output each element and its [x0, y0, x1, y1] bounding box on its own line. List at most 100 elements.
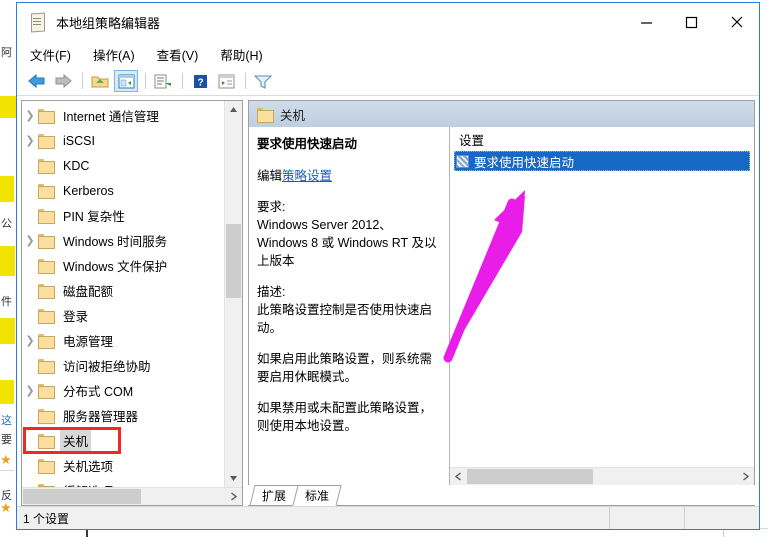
status-text: 1 个设置: [23, 511, 70, 526]
tree-item[interactable]: PIN 复杂性: [22, 203, 224, 228]
folder-icon: [38, 134, 55, 149]
tree-item[interactable]: 服务器管理器: [22, 403, 224, 428]
chevron-right-icon[interactable]: ❯: [22, 109, 38, 122]
tree-horizontal-scrollbar[interactable]: [22, 487, 242, 505]
scroll-right-button[interactable]: [225, 488, 242, 505]
scroll-track[interactable]: [467, 468, 737, 485]
folder-icon: [38, 409, 55, 424]
folder-icon: [38, 284, 55, 299]
tree-item[interactable]: 缓解选项: [22, 478, 224, 487]
tree-item[interactable]: ❯ Windows 时间服务: [22, 228, 224, 253]
folder-icon: [38, 459, 55, 474]
tree-list[interactable]: ❯ Internet 通信管理 ❯ iSCSI KDC Kerberos PIN 复杂性 ❯ W…: [22, 101, 224, 487]
description-paragraph-2: 如果启用此策略设置，则系统需要启用休眠模式。: [257, 352, 433, 384]
description-text: 此策略设置控制是否使用快速启动。: [257, 303, 433, 335]
folder-icon: [38, 309, 55, 324]
forward-arrow-icon[interactable]: [51, 70, 75, 92]
tab-standard[interactable]: 标准: [292, 485, 342, 506]
svg-text:?: ?: [197, 77, 203, 88]
status-bar: 1 个设置: [17, 506, 759, 529]
scroll-thumb[interactable]: [467, 469, 593, 484]
properties-icon[interactable]: [214, 70, 238, 92]
folder-icon: [38, 209, 55, 224]
tree-item[interactable]: ❯ 电源管理: [22, 328, 224, 353]
settings-horizontal-scrollbar[interactable]: [450, 467, 754, 485]
tree-item[interactable]: Kerberos: [22, 178, 224, 203]
tree-item-label: Internet 通信管理: [63, 110, 159, 124]
tree-item[interactable]: Windows 文件保护: [22, 253, 224, 278]
edit-policy-link[interactable]: 策略设置: [282, 169, 332, 183]
scroll-track[interactable]: [225, 118, 242, 470]
up-folder-icon[interactable]: [88, 70, 112, 92]
tab-standard-label: 标准: [305, 489, 330, 503]
back-arrow-icon[interactable]: [25, 70, 49, 92]
scroll-down-button[interactable]: [225, 470, 242, 487]
scroll-right-button[interactable]: [737, 468, 754, 485]
tree-item-label: 分布式 COM: [63, 385, 134, 399]
tree-item[interactable]: ❯ 分布式 COM: [22, 378, 224, 403]
tree-item-label: Windows 文件保护: [63, 260, 168, 274]
menu-action[interactable]: 操作(A): [93, 45, 135, 64]
tree-item[interactable]: KDC: [22, 153, 224, 178]
tree-item-label: 电源管理: [63, 335, 114, 349]
title-bar: 本地组策略编辑器: [17, 3, 759, 41]
description-paragraph-3: 如果禁用或未配置此策略设置，则使用本地设置。: [257, 401, 433, 433]
backdrop-frag-1: 公: [1, 218, 12, 230]
chevron-right-icon[interactable]: ❯: [22, 234, 38, 247]
chevron-right-icon[interactable]: ❯: [22, 134, 38, 147]
folder-icon: [38, 359, 55, 374]
details-header: 关机: [249, 101, 754, 127]
tree-item-label: 关机: [60, 430, 92, 451]
gpedit-window: 本地组策略编辑器 文件(F) 操作(A) 查看(V) 帮助(H) ? ❯ Int…: [16, 2, 760, 530]
tree-vertical-scrollbar[interactable]: [224, 101, 242, 487]
scroll-left-button[interactable]: [450, 468, 467, 485]
tree-item[interactable]: 磁盘配额: [22, 278, 224, 303]
tree-item[interactable]: 关机: [22, 428, 224, 453]
menu-help[interactable]: 帮助(H): [220, 45, 262, 64]
document-scroll-icon: [29, 12, 47, 33]
tree-item[interactable]: ❯ iSCSI: [22, 128, 224, 153]
scroll-up-button[interactable]: [225, 101, 242, 118]
view-tabs: 扩展 标准: [248, 485, 755, 506]
edit-policy-line: 编辑策略设置: [257, 165, 439, 184]
tree-item[interactable]: ❯ Internet 通信管理: [22, 103, 224, 128]
tree-item-label: 关机选项: [63, 460, 114, 474]
folder-icon: [38, 109, 55, 124]
settings-column-header[interactable]: 设置: [450, 127, 754, 151]
menu-file[interactable]: 文件(F): [30, 45, 71, 64]
export-list-icon[interactable]: [151, 70, 175, 92]
tree-item-label: iSCSI: [63, 133, 95, 148]
close-button[interactable]: [714, 3, 759, 41]
tree-item[interactable]: 访问被拒绝协助: [22, 353, 224, 378]
folder-icon: [38, 234, 55, 249]
tree-item-label: Windows 时间服务: [63, 235, 168, 249]
toolbar: ?: [17, 67, 759, 96]
menu-bar: 文件(F) 操作(A) 查看(V) 帮助(H): [17, 41, 759, 67]
tree-item-label: 服务器管理器: [63, 410, 139, 424]
policy-title: 要求使用快速启动: [257, 137, 358, 151]
scroll-track[interactable]: [22, 488, 225, 505]
backdrop-frag-0: 阿: [1, 47, 12, 59]
show-hide-tree-icon[interactable]: [114, 70, 138, 92]
maximize-button[interactable]: [669, 3, 714, 41]
window-title: 本地组策略编辑器: [56, 15, 161, 31]
folder-icon: [38, 384, 55, 399]
minimize-button[interactable]: [624, 3, 669, 41]
folder-icon: [38, 334, 55, 349]
scroll-thumb[interactable]: [23, 489, 141, 504]
menu-view[interactable]: 查看(V): [157, 45, 199, 64]
chevron-right-icon[interactable]: ❯: [22, 384, 38, 397]
tree-item[interactable]: 登录: [22, 303, 224, 328]
help-icon[interactable]: ?: [188, 70, 212, 92]
status-segment: [684, 507, 759, 529]
settings-row-label: 要求使用快速启动: [474, 155, 575, 170]
folder-icon: [257, 107, 274, 123]
chevron-right-icon[interactable]: ❯: [22, 334, 38, 347]
folder-icon: [38, 259, 55, 274]
settings-list[interactable]: 要求使用快速启动: [450, 151, 754, 467]
scroll-thumb[interactable]: [226, 223, 241, 298]
filter-icon[interactable]: [251, 70, 275, 92]
settings-row[interactable]: 要求使用快速启动: [454, 151, 750, 171]
tab-extended[interactable]: 扩展: [249, 485, 299, 506]
tree-item[interactable]: 关机选项: [22, 453, 224, 478]
